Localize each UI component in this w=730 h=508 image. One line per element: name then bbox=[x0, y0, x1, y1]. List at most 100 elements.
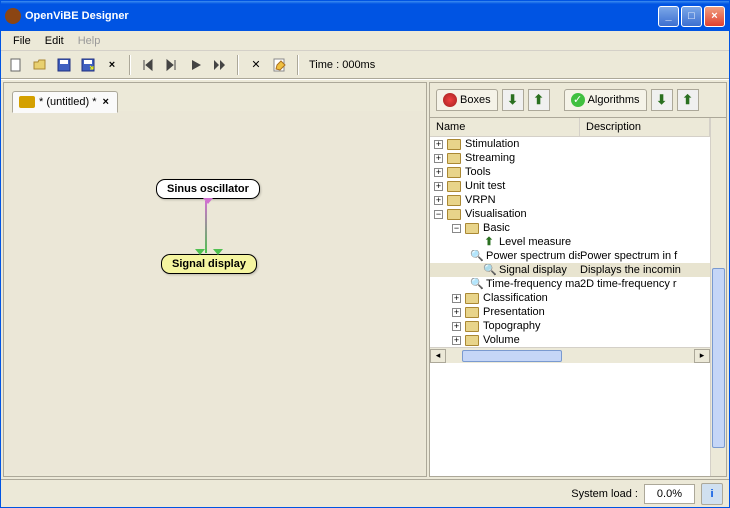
tree-row[interactable]: + Unit test bbox=[430, 179, 710, 193]
expand-button[interactable]: ⬆ bbox=[528, 89, 550, 111]
tab-icon bbox=[19, 96, 35, 108]
folder-icon bbox=[465, 307, 479, 318]
tree-view[interactable]: Name Description +Stimulation+Streaming+… bbox=[430, 118, 710, 476]
node-sinus-oscillator[interactable]: Sinus oscillator bbox=[156, 179, 260, 199]
scroll-left-icon[interactable]: ◂ bbox=[430, 349, 446, 363]
tree-row[interactable]: + Stimulation bbox=[430, 137, 710, 151]
maximize-button[interactable]: □ bbox=[681, 6, 702, 27]
scroll-thumb[interactable] bbox=[712, 268, 725, 448]
tree-row[interactable]: +VRPN bbox=[430, 193, 710, 207]
magnifier-icon: 🔍 bbox=[483, 264, 495, 276]
node-signal-display[interactable]: Signal display bbox=[161, 254, 257, 274]
open-button[interactable] bbox=[29, 54, 51, 76]
menu-file[interactable]: File bbox=[7, 33, 37, 49]
expand-icon[interactable]: + bbox=[452, 308, 461, 317]
expand-icon[interactable]: − bbox=[434, 210, 443, 219]
expand-icon[interactable]: + bbox=[452, 322, 461, 331]
expand-icon[interactable]: + bbox=[434, 196, 443, 205]
tree-item-label: Basic bbox=[483, 222, 510, 234]
expand-icon[interactable]: − bbox=[452, 224, 461, 233]
folder-icon bbox=[447, 167, 461, 178]
folder-icon bbox=[465, 335, 479, 346]
tree-item-label: Classification bbox=[483, 292, 548, 304]
horizontal-scrollbar[interactable]: ◂ ▸ bbox=[430, 347, 710, 363]
titlebar[interactable]: OpenViBE Designer _ □ × bbox=[1, 1, 729, 31]
expand-icon[interactable]: + bbox=[434, 182, 443, 191]
scroll-right-icon[interactable]: ▸ bbox=[694, 349, 710, 363]
tree-item-label: Visualisation bbox=[465, 208, 527, 220]
expand-icon[interactable]: + bbox=[434, 168, 443, 177]
scroll-thumb[interactable] bbox=[462, 350, 562, 362]
collapse-button[interactable]: ⬇ bbox=[651, 89, 673, 111]
folder-icon bbox=[465, 223, 479, 234]
col-name[interactable]: Name bbox=[430, 118, 580, 136]
tree-header: Name Description bbox=[430, 118, 710, 137]
tree-row[interactable]: ⬆Level measure bbox=[430, 235, 710, 249]
fastforward-button[interactable] bbox=[209, 54, 231, 76]
vertical-scrollbar[interactable] bbox=[710, 118, 726, 476]
tree-row[interactable]: +Volume bbox=[430, 333, 710, 347]
rewind-button[interactable] bbox=[137, 54, 159, 76]
tree-row[interactable]: +Tools bbox=[430, 165, 710, 179]
tree-row[interactable]: 🔍Time-frequency map dis2D time-frequency… bbox=[430, 277, 710, 291]
separator bbox=[297, 55, 299, 75]
tree-item-desc: 2D time-frequency r bbox=[580, 278, 710, 290]
folder-icon bbox=[465, 293, 479, 304]
saveas-button[interactable] bbox=[77, 54, 99, 76]
menu-help[interactable]: Help bbox=[72, 33, 107, 49]
input-port[interactable] bbox=[213, 249, 223, 255]
tree-item-label: Streaming bbox=[465, 152, 515, 164]
menu-edit[interactable]: Edit bbox=[39, 33, 70, 49]
canvas-tab[interactable]: * (untitled) * × bbox=[12, 91, 118, 113]
canvas-panel[interactable]: * (untitled) * × Sinus oscillator Signal… bbox=[3, 82, 427, 477]
tree-row[interactable]: 🔍Power spectrum displayPower spectrum in… bbox=[430, 249, 710, 263]
tree-row[interactable]: +Topography bbox=[430, 319, 710, 333]
tree-item-label: Unit test bbox=[465, 180, 505, 192]
content-area: * (untitled) * × Sinus oscillator Signal… bbox=[1, 79, 729, 479]
edit-button[interactable] bbox=[269, 54, 291, 76]
tree-row[interactable]: + Streaming bbox=[430, 151, 710, 165]
info-button[interactable]: i bbox=[701, 483, 723, 505]
close-button[interactable]: × bbox=[704, 6, 725, 27]
tree-row[interactable]: − Visualisation bbox=[430, 207, 710, 221]
col-desc[interactable]: Description bbox=[580, 118, 710, 136]
play-button[interactable] bbox=[185, 54, 207, 76]
tree-row[interactable]: − Basic bbox=[430, 221, 710, 235]
input-port[interactable] bbox=[195, 249, 205, 255]
close-tab-button[interactable]: × bbox=[101, 54, 123, 76]
connection-wire[interactable] bbox=[205, 201, 207, 253]
folder-icon bbox=[447, 181, 461, 192]
canvas[interactable]: Sinus oscillator Signal display bbox=[6, 111, 424, 474]
check-icon: ✓ bbox=[571, 93, 585, 107]
toolbar: × ✕ Time : 000ms bbox=[1, 51, 729, 79]
node-label: Sinus oscillator bbox=[167, 183, 249, 195]
tree-row[interactable]: + Classification bbox=[430, 291, 710, 305]
tools-button[interactable]: ✕ bbox=[245, 54, 267, 76]
magnifier-icon: 🔍 bbox=[470, 250, 482, 262]
expand-icon[interactable]: + bbox=[452, 336, 461, 345]
separator bbox=[129, 55, 131, 75]
tree-row[interactable]: + Presentation bbox=[430, 305, 710, 319]
tree-item-desc: Displays the incomin bbox=[580, 264, 710, 276]
boxes-icon bbox=[443, 93, 457, 107]
minimize-button[interactable]: _ bbox=[658, 6, 679, 27]
output-port[interactable] bbox=[203, 198, 213, 204]
tree-item-label: Presentation bbox=[483, 306, 545, 318]
tab-boxes[interactable]: Boxes bbox=[436, 89, 498, 111]
tree-item-label: Stimulation bbox=[465, 138, 519, 150]
tab-algorithms[interactable]: ✓ Algorithms bbox=[564, 89, 647, 111]
expand-icon[interactable]: + bbox=[434, 154, 443, 163]
save-button[interactable] bbox=[53, 54, 75, 76]
tree-row[interactable]: 🔍Signal displayDisplays the incomin bbox=[430, 263, 710, 277]
tab-close-button[interactable]: × bbox=[100, 96, 110, 108]
expand-icon[interactable]: + bbox=[434, 140, 443, 149]
collapse-button[interactable]: ⬇ bbox=[502, 89, 524, 111]
step-button[interactable] bbox=[161, 54, 183, 76]
expand-icon[interactable]: + bbox=[452, 294, 461, 303]
tree-item-desc: Power spectrum in f bbox=[580, 250, 710, 262]
new-button[interactable] bbox=[5, 54, 27, 76]
expand-button[interactable]: ⬆ bbox=[677, 89, 699, 111]
system-load-value: 0.0% bbox=[644, 484, 695, 504]
tab-label: Algorithms bbox=[588, 94, 640, 106]
arrow-up-icon: ⬆ bbox=[483, 236, 495, 248]
